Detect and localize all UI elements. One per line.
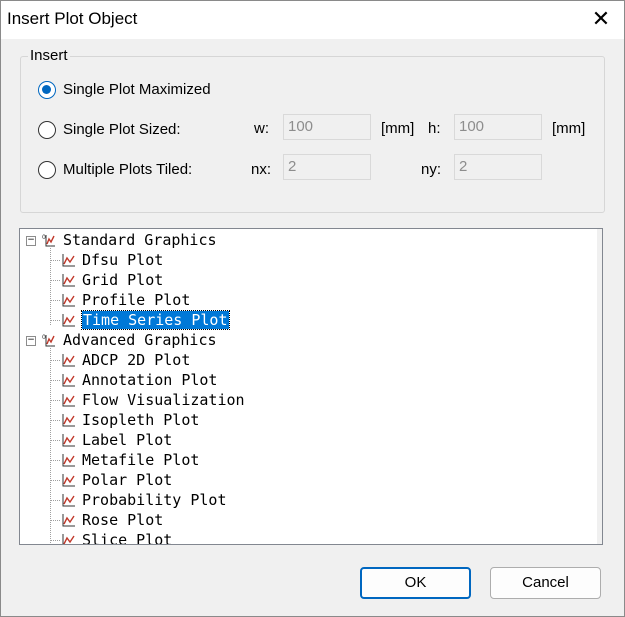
scrollbar-thumb[interactable] [602,255,603,463]
tree-connector [50,540,60,541]
plot-folder-icon: 0 [42,333,56,347]
cancel-button[interactable]: Cancel [490,567,601,599]
plot-icon [62,253,76,267]
tree-connector [50,245,51,325]
plot-icon [62,453,76,467]
plot-icon [62,353,76,367]
tree-connector [50,345,51,544]
ny-label: ny: [421,161,442,178]
tree-expander-icon[interactable]: − [26,236,36,246]
width-field[interactable]: 100 [283,114,371,140]
plot-icon [62,513,76,527]
tree-connector [50,380,60,381]
tree-expander-icon[interactable]: − [26,336,36,346]
tree-item[interactable]: Grid Plot [82,271,163,289]
tree-item[interactable]: Probability Plot [82,491,227,509]
radio-single-sized[interactable] [38,121,56,139]
tree-connector [50,460,60,461]
tree-connector [50,520,60,521]
tree-item[interactable]: ADCP 2D Plot [82,351,190,369]
plot-type-tree[interactable]: −0 Standard Graphics Dfsu Plot Grid Plot Pro… [19,228,603,545]
nx-label: nx: [251,161,272,178]
tree-connector [50,440,60,441]
tree-item[interactable]: Dfsu Plot [82,251,163,269]
tree-connector [50,280,60,281]
insert-plot-dialog: Insert Plot Object ✕ Insert Single Plot … [0,0,625,617]
radio-multiple-tiled-label[interactable]: Multiple Plots Tiled: [63,161,192,178]
insert-group-label: Insert [28,47,70,64]
tree-connector [50,400,60,401]
plot-icon [62,393,76,407]
tree-item[interactable]: Flow Visualization [82,391,245,409]
plot-icon [62,533,76,544]
tree-group-label[interactable]: Standard Graphics [63,231,217,249]
tree-item[interactable]: Profile Plot [82,291,190,309]
close-icon[interactable]: ✕ [578,1,624,39]
width-unit: [mm] [381,120,415,137]
height-unit: [mm] [552,120,586,137]
tree-connector [50,480,60,481]
plot-icon [62,433,76,447]
dialog-title: Insert Plot Object [7,9,138,28]
svg-text:0: 0 [42,334,46,341]
ok-button[interactable]: OK [360,567,471,599]
radio-single-maximized-label[interactable]: Single Plot Maximized [63,81,211,98]
tree-connector [50,420,60,421]
ny-field[interactable]: 2 [454,154,542,180]
tree-item[interactable]: Polar Plot [82,471,172,489]
plot-icon [62,473,76,487]
plot-icon [62,273,76,287]
tree-scrollbar[interactable] [597,229,603,544]
tree-item[interactable]: Slice Plot [82,531,172,544]
tree-connector [50,320,60,321]
title-bar: Insert Plot Object ✕ [1,1,624,39]
plot-icon [62,293,76,307]
width-label: w: [254,120,269,137]
height-label: h: [428,120,441,137]
plot-icon [62,413,76,427]
height-field[interactable]: 100 [454,114,542,140]
plot-icon [62,373,76,387]
nx-field[interactable]: 2 [283,154,371,180]
tree-item[interactable]: Isopleth Plot [82,411,199,429]
radio-multiple-tiled[interactable] [38,161,56,179]
tree-item[interactable]: Label Plot [82,431,172,449]
radio-single-maximized[interactable] [38,81,56,99]
tree-item[interactable]: Annotation Plot [82,371,217,389]
plot-icon [62,493,76,507]
plot-icon [62,313,76,327]
tree-item[interactable]: Time Series Plot [81,310,230,330]
tree-connector [50,300,60,301]
tree-connector [50,500,60,501]
plot-folder-icon: 0 [42,233,56,247]
tree-connector [50,360,60,361]
tree-item[interactable]: Metafile Plot [82,451,199,469]
radio-single-sized-label[interactable]: Single Plot Sized: [63,121,181,138]
svg-text:0: 0 [42,234,46,241]
tree-connector [50,260,60,261]
tree-group-label[interactable]: Advanced Graphics [63,331,217,349]
tree-item[interactable]: Rose Plot [82,511,163,529]
